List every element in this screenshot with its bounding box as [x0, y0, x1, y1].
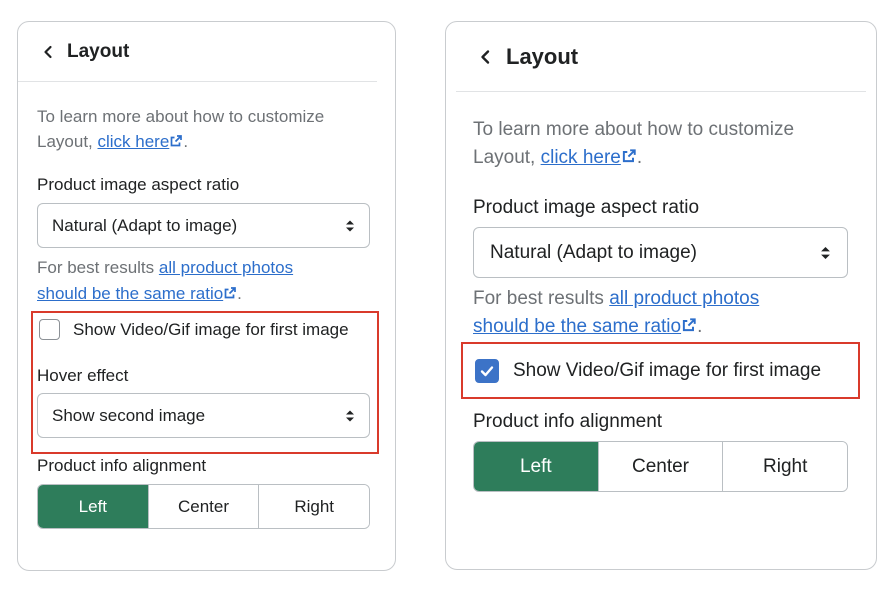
- layout-panel-left: Layout To learn more about how to custom…: [17, 21, 396, 571]
- alignment-left-button[interactable]: Left: [474, 442, 598, 491]
- aspect-ratio-select[interactable]: Natural (Adapt to image): [473, 227, 848, 278]
- back-button[interactable]: [473, 45, 497, 69]
- alignment-segmented-control: Left Center Right: [473, 441, 848, 492]
- header-divider: [456, 91, 866, 92]
- page-title: Layout: [506, 44, 579, 69]
- highlight-box-right: [461, 342, 860, 399]
- panel-header: Layout: [18, 22, 395, 82]
- back-button[interactable]: [37, 41, 59, 63]
- alignment-center-button[interactable]: Center: [147, 485, 259, 528]
- external-link-icon: [223, 284, 237, 303]
- highlight-box-left: [31, 311, 379, 454]
- external-link-icon: [681, 316, 697, 337]
- select-arrows-icon: [345, 219, 355, 233]
- alignment-left-button[interactable]: Left: [38, 485, 148, 528]
- aspect-ratio-label: Product image aspect ratio: [37, 175, 240, 194]
- aspect-ratio-value: Natural (Adapt to image): [490, 241, 697, 263]
- best-results-text: For best results all product photos shou…: [37, 258, 294, 303]
- aspect-ratio-value: Natural (Adapt to image): [52, 215, 238, 235]
- chevron-left-icon: [44, 45, 52, 59]
- click-here-link[interactable]: click here: [98, 132, 170, 151]
- alignment-center-button[interactable]: Center: [597, 442, 723, 491]
- intro-text: To learn more about how to customize Lay…: [473, 119, 795, 168]
- header-divider: [18, 81, 377, 82]
- best-results-text: For best results all product photos shou…: [473, 288, 760, 337]
- aspect-ratio-label: Product image aspect ratio: [473, 197, 700, 218]
- alignment-right-button[interactable]: Right: [722, 442, 847, 491]
- alignment-right-button[interactable]: Right: [258, 485, 369, 528]
- panel-header: Layout: [446, 22, 876, 92]
- page-title: Layout: [67, 41, 130, 62]
- select-arrows-icon: [820, 245, 831, 261]
- alignment-segmented-control: Left Center Right: [37, 484, 370, 529]
- click-here-link[interactable]: click here: [541, 147, 621, 168]
- layout-panel-right: Layout To learn more about how to custom…: [445, 21, 877, 570]
- alignment-label: Product info alignment: [37, 456, 207, 475]
- external-link-icon: [621, 147, 637, 168]
- alignment-label: Product info alignment: [473, 411, 663, 432]
- external-link-icon: [169, 132, 183, 151]
- chevron-left-icon: [480, 50, 489, 64]
- aspect-ratio-select[interactable]: Natural (Adapt to image): [37, 203, 370, 248]
- intro-text: To learn more about how to customize Lay…: [37, 107, 325, 151]
